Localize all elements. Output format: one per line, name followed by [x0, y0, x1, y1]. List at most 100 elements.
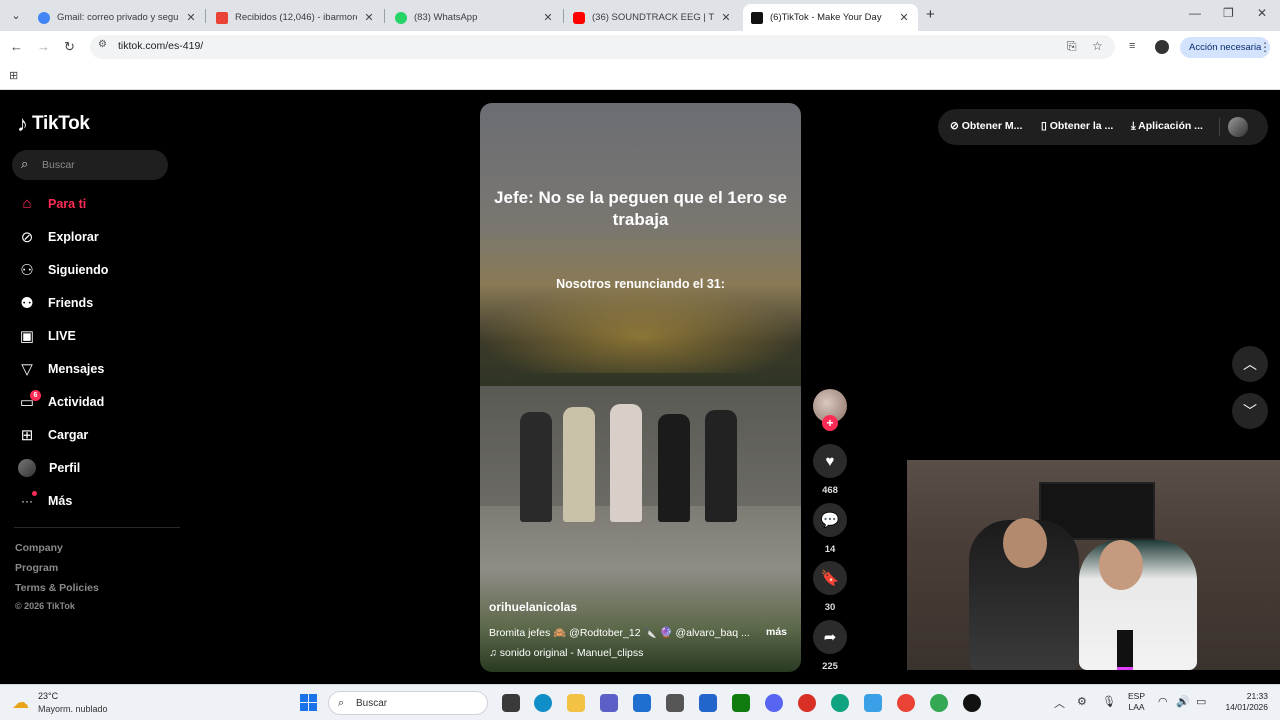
video-player[interactable]: Jefe: No se la peguen que el 1ero se tra…: [480, 103, 801, 672]
sidebar-item-friends[interactable]: ⚉ Friends: [17, 286, 182, 319]
sidebar-item-label: Mensajes: [48, 361, 105, 376]
task-view-icon[interactable]: [502, 694, 520, 712]
bookmark-star-icon[interactable]: ☆: [1092, 39, 1103, 53]
back-icon[interactable]: ←: [10, 39, 23, 54]
discord-icon[interactable]: [765, 694, 783, 712]
desktop-app-button[interactable]: ⤓ Aplicación ...: [1131, 120, 1203, 133]
close-window-icon[interactable]: ✕: [1257, 6, 1267, 20]
weather-desc[interactable]: Mayorm. nublado: [38, 704, 108, 714]
url-text[interactable]: tiktok.com/es-419/: [118, 40, 203, 52]
close-icon[interactable]: ✕: [542, 11, 554, 24]
video-username[interactable]: orihuelanicolas: [489, 600, 577, 614]
sound-name: sonido original - Manuel_clipss: [499, 647, 644, 659]
file-explorer-icon[interactable]: [567, 694, 585, 712]
sidebar-item-siguiendo[interactable]: ⚇ Siguiendo: [17, 253, 182, 286]
following-icon: ⚇: [20, 261, 34, 279]
tab-title: (36) SOUNDTRACK EEG | TROM: [592, 12, 714, 23]
search-box[interactable]: ⌕: [12, 150, 168, 180]
menu-kebab-icon[interactable]: ⋮: [1259, 40, 1271, 54]
minimize-icon[interactable]: —: [1189, 6, 1201, 20]
tab-gmail[interactable]: Gmail: correo privado y seguro ✕: [30, 4, 205, 31]
get-app-button[interactable]: ▯ Obtener la ...: [1041, 120, 1113, 132]
xbox-icon[interactable]: [732, 694, 750, 712]
footer-link-program[interactable]: Program: [15, 562, 58, 574]
vscode-icon[interactable]: [699, 694, 717, 712]
close-icon[interactable]: ✕: [363, 11, 375, 24]
profile-avatar[interactable]: [1155, 40, 1169, 54]
app-icon[interactable]: [666, 694, 684, 712]
tiktok-page: ♪ TikTok ⌕ ⌂ Para ti ⊘ Explorar ⚇ Siguie…: [0, 91, 1280, 684]
sidebar-item-live[interactable]: ▣ LIVE: [17, 319, 182, 352]
google-icon: [38, 11, 50, 24]
share-button[interactable]: ➦: [813, 620, 847, 654]
sidebar-item-label: Siguiendo: [48, 262, 109, 277]
video-sound[interactable]: ♫ sonido original - Manuel_clipss: [489, 647, 643, 659]
action-required-button[interactable]: Acción necesaria: [1180, 37, 1271, 58]
tab-recibidos[interactable]: Recibidos (12,046) - ibarmoreno ✕: [208, 4, 383, 31]
close-icon[interactable]: ✕: [185, 11, 197, 24]
sidebar-item-label: Cargar: [48, 427, 89, 442]
volume-icon[interactable]: 🔊: [1176, 695, 1190, 708]
footer-link-company[interactable]: Company: [15, 542, 63, 554]
app-red-icon[interactable]: [798, 694, 816, 712]
address-bar[interactable]: ⚙ tiktok.com/es-419/ ⎘ ☆: [90, 35, 1115, 59]
get-coins-button[interactable]: ⊘ Obtener M...: [950, 120, 1022, 132]
close-icon[interactable]: ✕: [898, 11, 910, 24]
clock[interactable]: 21:33 14/01/2026: [1218, 691, 1268, 713]
language-indicator[interactable]: ESP LAA: [1128, 691, 1145, 713]
tab-youtube[interactable]: (36) SOUNDTRACK EEG | TROM ✕: [565, 4, 740, 31]
home-icon: ⌂: [22, 195, 32, 212]
save-button[interactable]: 🔖: [813, 561, 847, 595]
restore-icon[interactable]: ❐: [1223, 6, 1234, 20]
forward-icon[interactable]: →: [37, 39, 50, 54]
more-link[interactable]: más: [766, 626, 787, 638]
sidebar-item-para-ti[interactable]: ⌂ Para ti: [17, 187, 182, 220]
messages-icon: ▽: [21, 360, 33, 378]
reload-icon[interactable]: ↻: [64, 39, 75, 55]
sidebar-item-mensajes[interactable]: ▽ Mensajes: [17, 352, 182, 385]
edge-icon[interactable]: [534, 694, 552, 712]
show-hidden-icons-icon[interactable]: ︿: [1054, 695, 1065, 711]
wifi-icon[interactable]: ◠: [1158, 695, 1168, 708]
sidebar-item-label: Friends: [48, 295, 94, 310]
site-settings-icon[interactable]: ⚙: [98, 39, 107, 50]
install-app-icon[interactable]: ⎘: [1067, 39, 1077, 54]
sidebar-item-explorar[interactable]: ⊘ Explorar: [17, 220, 182, 253]
weather-temp[interactable]: 23°C: [38, 691, 58, 701]
media-control-icon[interactable]: ≡: [1129, 40, 1135, 52]
apps-grid-icon[interactable]: ⊞: [9, 69, 18, 82]
close-icon[interactable]: ✕: [720, 11, 732, 24]
battery-icon[interactable]: ▭: [1196, 695, 1206, 708]
previous-video-button[interactable]: ︿: [1232, 346, 1268, 382]
like-button[interactable]: ♥: [813, 444, 847, 478]
weather-cloud-sun-icon[interactable]: ☁: [12, 693, 29, 713]
sidebar-item-perfil[interactable]: Perfil: [17, 451, 182, 484]
store-icon[interactable]: [633, 694, 651, 712]
new-tab-icon[interactable]: +: [926, 6, 935, 23]
teams-icon[interactable]: [600, 694, 618, 712]
taskbar-search[interactable]: ⌕ Buscar: [328, 691, 488, 715]
sidebar-item-actividad[interactable]: ▭ 6 Actividad: [17, 385, 182, 418]
search-input[interactable]: [42, 156, 162, 174]
obs-icon[interactable]: [963, 694, 981, 712]
tray-app-icon[interactable]: ⚙: [1077, 695, 1087, 708]
follow-plus-icon[interactable]: +: [822, 415, 838, 431]
chrome-profile-icon[interactable]: [930, 694, 948, 712]
notepad-icon[interactable]: [864, 694, 882, 712]
chrome-icon[interactable]: [897, 694, 915, 712]
sidebar-item-mas[interactable]: ··· Más: [17, 484, 182, 517]
start-windows-icon[interactable]: [300, 694, 317, 711]
tab-whatsapp[interactable]: (83) WhatsApp ✕: [387, 4, 562, 31]
next-video-button[interactable]: ﹀: [1232, 393, 1268, 429]
user-avatar[interactable]: [1228, 117, 1248, 137]
tiktok-logo[interactable]: ♪ TikTok: [17, 111, 90, 137]
tab-tiktok[interactable]: (6)TikTok - Make Your Day ✕: [743, 4, 918, 31]
webcam-overlay: [907, 460, 1280, 670]
sidebar-item-cargar[interactable]: ⊞ Cargar: [17, 418, 182, 451]
footer-link-terms[interactable]: Terms & Policies: [15, 582, 99, 594]
microphone-icon[interactable]: 🎙: [1102, 695, 1116, 708]
music-note-icon: ♫: [489, 647, 500, 659]
tab-search-icon[interactable]: ⌄: [6, 6, 26, 26]
comment-button[interactable]: 💬: [813, 503, 847, 537]
chatgpt-icon[interactable]: [831, 694, 849, 712]
